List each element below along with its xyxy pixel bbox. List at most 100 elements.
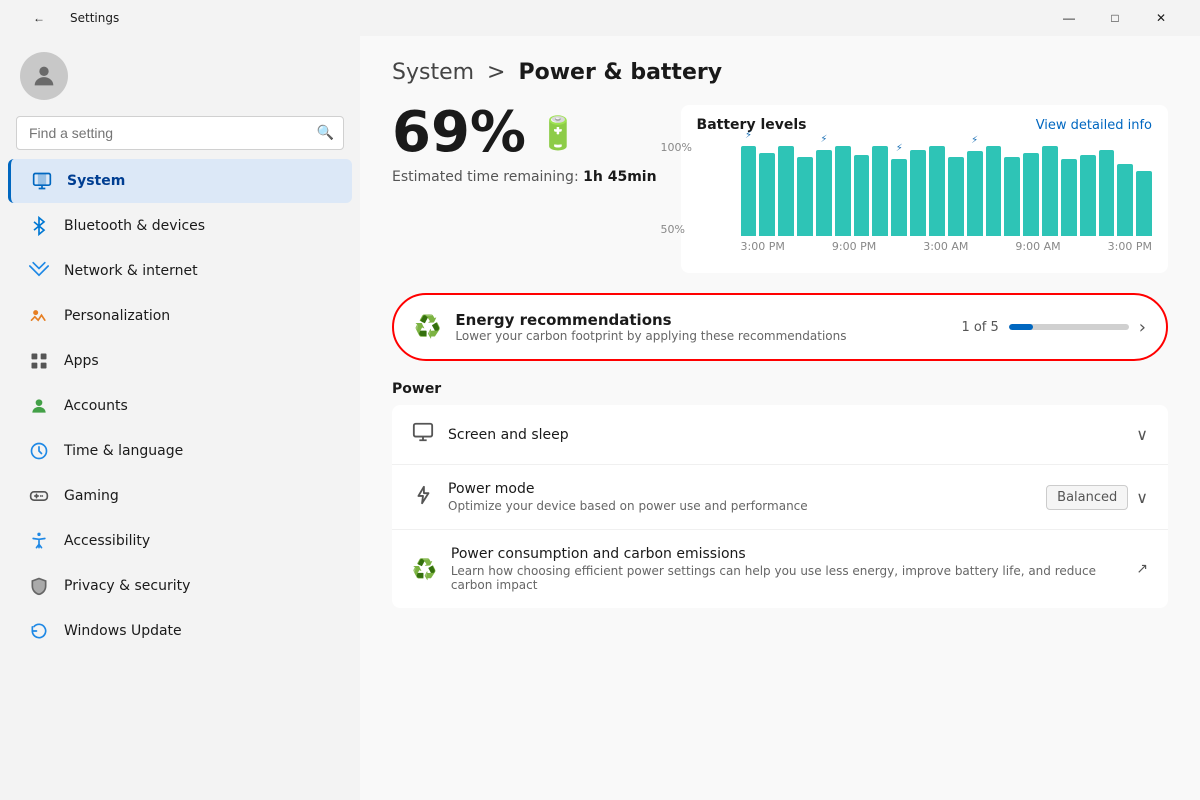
chart-bar-15: [1023, 153, 1039, 236]
sidebar-label-network: Network & internet: [64, 263, 198, 279]
chart-bars: [741, 141, 1152, 236]
top-section: 69% 🔋 Estimated time remaining: 1h 45min…: [392, 105, 1168, 273]
screen-sleep-chevron: ∨: [1136, 425, 1148, 444]
energy-rec-title: Energy recommendations: [455, 311, 947, 329]
sidebar-label-apps: Apps: [64, 353, 99, 369]
energy-rec-sub: Lower your carbon footprint by applying …: [455, 329, 947, 343]
chart-area: 100% 50% 3:00 PM 9:00 PM 3:00 AM 9:00 AM…: [697, 141, 1152, 261]
title-bar-left: ← Settings: [16, 3, 119, 33]
energy-chevron-icon: ›: [1139, 317, 1146, 338]
sidebar-label-bluetooth: Bluetooth & devices: [64, 218, 205, 234]
carbon-sub: Learn how choosing efficient power setti…: [451, 564, 1122, 592]
sidebar-label-system: System: [67, 173, 125, 189]
power-mode-text: Power mode Optimize your device based on…: [448, 481, 1032, 513]
carbon-title: Power consumption and carbon emissions: [451, 546, 1122, 562]
sidebar-item-network[interactable]: Network & internet: [8, 249, 352, 293]
app-body: 🔍 System Bluetooth & devices Network &: [0, 36, 1200, 800]
sidebar-item-bluetooth[interactable]: Bluetooth & devices: [8, 204, 352, 248]
accessibility-icon: [28, 530, 50, 552]
privacy-icon: [28, 575, 50, 597]
title-bar-controls: — □ ✕: [1046, 3, 1184, 33]
sidebar-label-accessibility: Accessibility: [64, 533, 150, 549]
chart-bar-7: [872, 146, 888, 236]
x-label-3: 9:00 AM: [1015, 240, 1060, 253]
sidebar: 🔍 System Bluetooth & devices Network &: [0, 36, 360, 800]
chart-bar-9: [910, 150, 926, 236]
sidebar-item-apps[interactable]: Apps: [8, 339, 352, 383]
chart-bar-18: [1080, 155, 1096, 236]
battery-info: 69% 🔋 Estimated time remaining: 1h 45min: [392, 105, 657, 185]
sidebar-item-accessibility[interactable]: Accessibility: [8, 519, 352, 563]
power-mode-title: Power mode: [448, 481, 1032, 497]
battery-chart: Battery levels View detailed info 100% 5…: [681, 105, 1168, 273]
energy-progress-bar: [1009, 324, 1129, 330]
sidebar-item-personalization[interactable]: Personalization: [8, 294, 352, 338]
chart-bar-19: [1099, 150, 1115, 236]
chart-x-labels: 3:00 PM 9:00 PM 3:00 AM 9:00 AM 3:00 PM: [697, 240, 1152, 253]
sidebar-label-personalization: Personalization: [64, 308, 170, 324]
minimize-button[interactable]: —: [1046, 3, 1092, 33]
time-icon: [28, 440, 50, 462]
carbon-icon: ♻️: [412, 557, 437, 581]
screen-sleep-icon: [412, 421, 434, 448]
title-bar-title: Settings: [70, 11, 119, 25]
bluetooth-icon: [28, 215, 50, 237]
sidebar-item-update[interactable]: Windows Update: [8, 609, 352, 653]
screen-sleep-title: Screen and sleep: [448, 427, 1122, 443]
sidebar-item-accounts[interactable]: Accounts: [8, 384, 352, 428]
view-detailed-link[interactable]: View detailed info: [1036, 118, 1152, 133]
battery-est-time: 1h 45min: [583, 169, 656, 185]
carbon-right: ↗: [1136, 561, 1148, 577]
battery-percent: 69%: [392, 105, 526, 161]
power-mode-right: Balanced ∨: [1046, 485, 1148, 510]
energy-rec-text: Energy recommendations Lower your carbon…: [455, 311, 947, 343]
x-label-2: 3:00 AM: [923, 240, 968, 253]
settings-row-carbon[interactable]: ♻️ Power consumption and carbon emission…: [392, 530, 1168, 608]
breadcrumb-current: Power & battery: [518, 60, 722, 85]
chart-bar-1: [759, 153, 775, 236]
accounts-icon: [28, 395, 50, 417]
energy-progress-fill: [1009, 324, 1033, 330]
energy-rec-icon: ♻️: [414, 315, 441, 340]
carbon-text: Power consumption and carbon emissions L…: [451, 546, 1122, 592]
sidebar-label-accounts: Accounts: [64, 398, 128, 414]
power-settings-card: Screen and sleep ∨ Power mode Optimize y…: [392, 405, 1168, 608]
breadcrumb-parent: System: [392, 60, 474, 85]
external-link-icon: ↗: [1136, 561, 1148, 577]
maximize-button[interactable]: □: [1092, 3, 1138, 33]
chart-y-axis: 100% 50%: [661, 141, 692, 236]
update-icon: [28, 620, 50, 642]
chart-bar-21: [1136, 171, 1152, 236]
chart-bar-0: [741, 146, 757, 236]
power-section-label: Power: [392, 381, 1168, 397]
chart-bar-10: [929, 146, 945, 236]
screen-sleep-right: ∨: [1136, 425, 1148, 444]
chart-bar-3: [797, 157, 813, 236]
personalization-icon: [28, 305, 50, 327]
energy-rec-card[interactable]: ♻️ Energy recommendations Lower your car…: [392, 293, 1168, 361]
settings-row-screen-sleep[interactable]: Screen and sleep ∨: [392, 405, 1168, 465]
power-mode-dropdown[interactable]: Balanced: [1046, 485, 1128, 510]
energy-progress-label: 1 of 5: [961, 320, 998, 335]
sidebar-item-gaming[interactable]: Gaming: [8, 474, 352, 518]
chart-bar-16: [1042, 146, 1058, 236]
battery-estimated: Estimated time remaining: 1h 45min: [392, 169, 657, 185]
x-label-0: 3:00 PM: [741, 240, 785, 253]
apps-icon: [28, 350, 50, 372]
settings-row-power-mode[interactable]: Power mode Optimize your device based on…: [392, 465, 1168, 530]
chart-bar-12: [967, 151, 983, 236]
sidebar-item-time[interactable]: Time & language: [8, 429, 352, 473]
close-button[interactable]: ✕: [1138, 3, 1184, 33]
sidebar-item-system[interactable]: System: [8, 159, 352, 203]
power-mode-chevron: ∨: [1136, 488, 1148, 507]
back-button[interactable]: ←: [16, 3, 62, 33]
power-mode-sub: Optimize your device based on power use …: [448, 499, 1032, 513]
battery-est-label: Estimated time remaining:: [392, 169, 579, 185]
search-box[interactable]: 🔍: [16, 116, 344, 150]
system-icon: [31, 170, 53, 192]
search-input[interactable]: [16, 116, 344, 150]
avatar: [20, 52, 68, 100]
chart-bar-5: [835, 146, 851, 236]
sidebar-item-privacy[interactable]: Privacy & security: [8, 564, 352, 608]
screen-sleep-text: Screen and sleep: [448, 427, 1122, 443]
